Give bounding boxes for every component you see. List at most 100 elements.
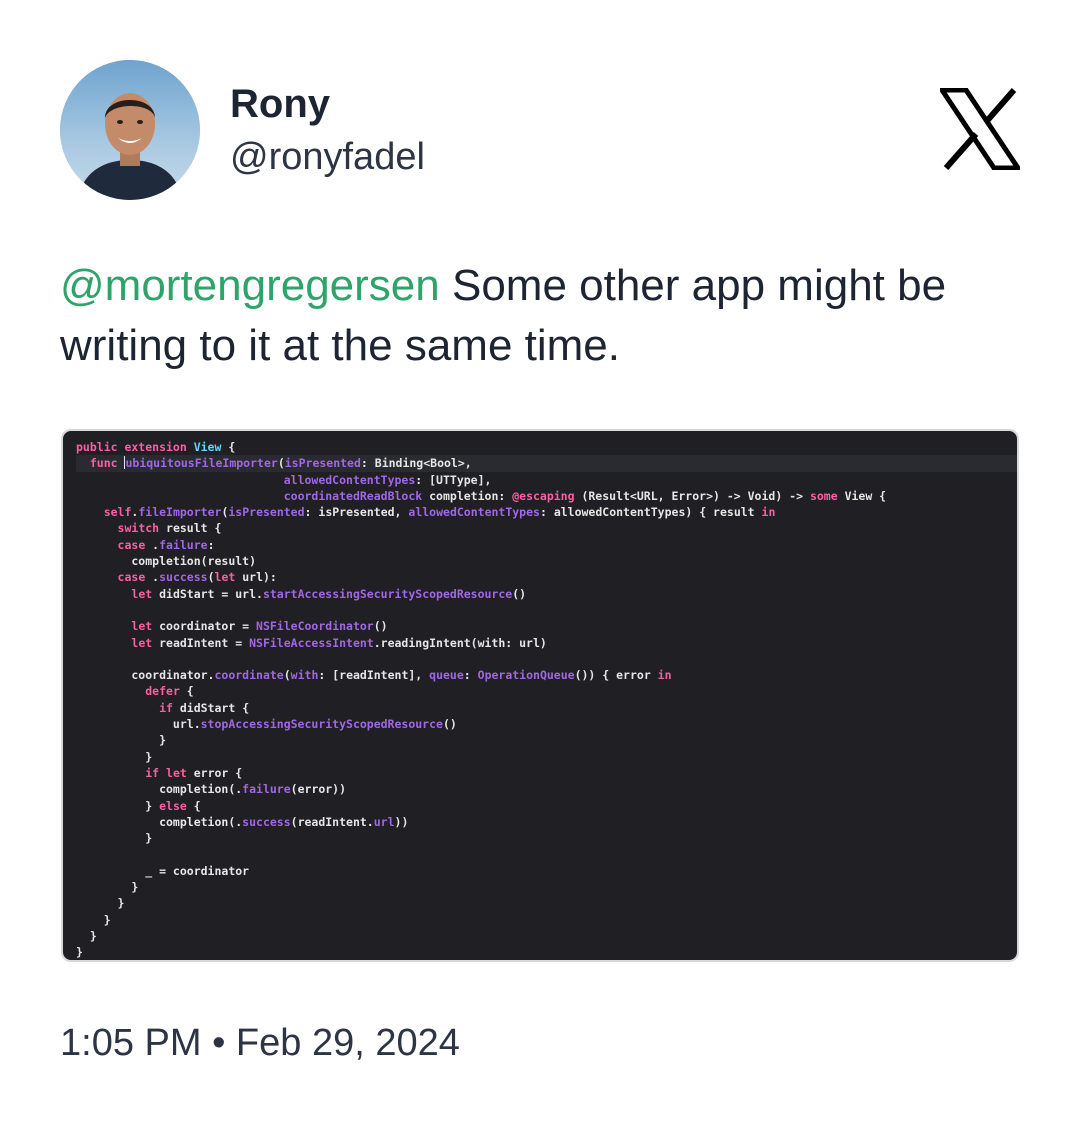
code-token: url): xyxy=(235,570,277,585)
code-token: ()) { error xyxy=(574,668,658,683)
code-token: allowedContentTypes xyxy=(283,472,416,487)
code-token: if xyxy=(159,700,173,715)
code-line: } xyxy=(76,749,1017,765)
code-token: )) xyxy=(394,814,409,829)
code-line: case .failure: xyxy=(76,537,1017,553)
code-token: failure xyxy=(242,782,291,797)
code-line: case .success(let url): xyxy=(76,569,1017,585)
code-token: ubiquitousFileImporter xyxy=(125,456,278,471)
code-token: @escaping xyxy=(512,488,575,503)
code-token: let xyxy=(131,619,153,634)
code-token: { xyxy=(186,798,201,813)
code-token: didStart { xyxy=(172,700,250,715)
code-token: } xyxy=(76,928,97,943)
code-line: public extension View { xyxy=(76,439,1017,455)
code-token: success xyxy=(242,814,291,829)
code-token: .readingIntent(with: url) xyxy=(373,635,547,650)
code-line: if didStart { xyxy=(76,700,1017,716)
code-token: View xyxy=(193,440,222,454)
code-token: url. xyxy=(76,717,201,732)
timestamp[interactable]: 1:05 PM • Feb 29, 2024 xyxy=(60,1020,460,1066)
code-token: } xyxy=(76,733,167,748)
code-token: case xyxy=(117,570,146,585)
code-line: } xyxy=(76,879,1017,895)
code-screenshot[interactable]: public extension View { func ubiquitousF… xyxy=(61,429,1019,962)
code-token: let xyxy=(131,586,153,601)
x-logo-icon[interactable] xyxy=(940,88,1020,170)
code-token: url xyxy=(373,814,395,829)
code-token: result { xyxy=(159,521,222,536)
code-line: } xyxy=(76,928,1017,944)
code-token: NSFileAccessIntent xyxy=(249,635,374,650)
code-token: : allowedContentTypes) { result xyxy=(539,505,762,520)
code-token: readIntent = xyxy=(152,635,250,650)
code-token: : [UTType], xyxy=(415,472,492,487)
code-token: error { xyxy=(186,765,243,780)
code-token: queue xyxy=(429,668,464,683)
code-token: switch xyxy=(117,521,160,536)
code-token: (readIntent. xyxy=(290,814,374,829)
code-token: { xyxy=(221,440,236,454)
avatar-photo xyxy=(60,60,200,200)
code-token: } xyxy=(76,831,153,846)
code-line: url.stopAccessingSecurityScopedResource(… xyxy=(76,716,1017,732)
code-token: _ = coordinator xyxy=(76,863,250,878)
code-line: } xyxy=(76,912,1017,928)
code-token: completion: xyxy=(422,488,513,503)
code-token: stopAccessingSecurityScopedResource xyxy=(200,717,443,732)
code-token: completion(. xyxy=(76,814,243,829)
code-line: allowedContentTypes: [UTType], xyxy=(76,472,1017,488)
code-token: startAccessingSecurityScopedResource xyxy=(262,586,513,601)
author-name[interactable]: Rony xyxy=(230,80,330,128)
code-token: () xyxy=(512,586,527,601)
code-line: let didStart = url.startAccessingSecurit… xyxy=(76,586,1017,602)
code-token: NSFileCoordinator xyxy=(256,619,374,634)
code-token: View { xyxy=(837,488,887,503)
code-token: if let xyxy=(145,765,187,780)
code-line: let coordinator = NSFileCoordinator() xyxy=(76,618,1017,634)
code-token: completion(. xyxy=(76,782,243,797)
avatar[interactable] xyxy=(60,60,200,200)
tweet-text: @mortengregersen Some other app might be… xyxy=(60,256,1020,376)
code-token: } xyxy=(76,912,111,927)
code-token: (Result<URL, Error>) -> Void) -> xyxy=(574,488,810,503)
code-token: success xyxy=(159,570,208,585)
code-line: completion(.failure(error)) xyxy=(76,781,1017,797)
code-token: self xyxy=(103,505,132,520)
mention-link[interactable]: @mortengregersen xyxy=(60,261,440,310)
code-block: public extension View { func ubiquitousF… xyxy=(63,431,1017,960)
code-token: : xyxy=(463,668,478,683)
code-token: { xyxy=(179,684,194,699)
code-token: coordinator = xyxy=(152,619,257,634)
code-token: } xyxy=(76,945,83,960)
code-token: in xyxy=(657,668,672,683)
code-token: case xyxy=(117,537,146,552)
code-token: with xyxy=(290,668,319,683)
author-handle[interactable]: @ronyfadel xyxy=(230,134,425,180)
code-line: let readIntent = NSFileAccessIntent.read… xyxy=(76,635,1017,651)
code-token: ( xyxy=(277,456,285,471)
code-token: } xyxy=(76,896,125,911)
code-token: coordinator. xyxy=(76,668,215,683)
code-token: coordinate xyxy=(214,668,284,683)
code-line: } xyxy=(76,732,1017,748)
code-token: . xyxy=(145,537,160,552)
code-token: else xyxy=(159,798,187,813)
code-line: self.fileImporter(isPresented: isPresent… xyxy=(76,504,1017,520)
code-token: fileImporter xyxy=(138,505,222,520)
code-token: let xyxy=(214,570,236,585)
